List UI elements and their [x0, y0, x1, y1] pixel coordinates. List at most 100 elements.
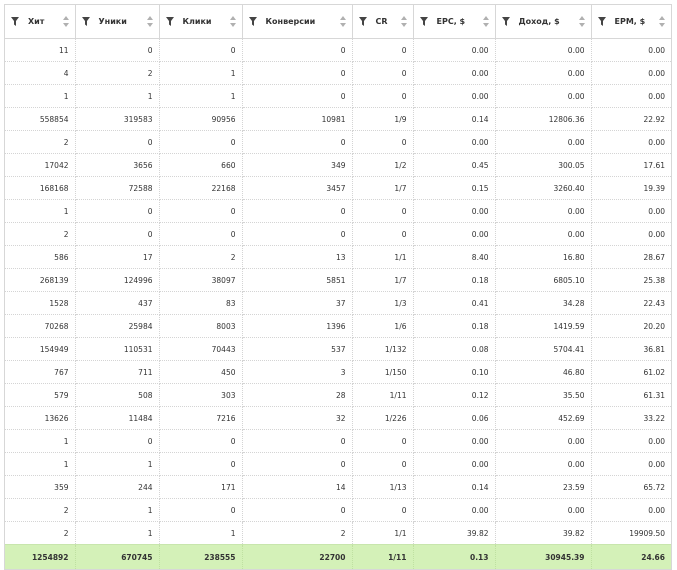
sort-arrows-icon[interactable]	[146, 16, 153, 27]
cell-hits: 2	[5, 498, 76, 522]
filter-icon[interactable]	[597, 17, 606, 26]
cell-uniques: 1	[75, 84, 160, 108]
cell-clicks: 83	[159, 291, 243, 315]
table-row[interactable]: 4 2 1 0 0 0.00 0.00 0.00	[5, 61, 671, 85]
cell-income: 0.00	[495, 429, 592, 453]
sort-arrows-icon[interactable]	[229, 16, 236, 27]
cell-conversions: 0	[242, 199, 353, 223]
table-row[interactable]: 2 1 0 0 0 0.00 0.00 0.00	[5, 498, 671, 522]
table-row[interactable]: 586 17 2 13 1/1 8.40 16.80 28.67	[5, 245, 671, 269]
total-uniques: 670745	[75, 544, 160, 569]
sort-arrows-icon[interactable]	[659, 16, 665, 27]
column-header-epc[interactable]: EPC, $	[413, 5, 496, 39]
cell-epm: 22.43	[591, 291, 671, 315]
filter-icon[interactable]	[501, 17, 510, 26]
table-row[interactable]: 1528 437 83 37 1/3 0.41 34.28 22.43	[5, 291, 671, 315]
cell-uniques: 2	[75, 61, 160, 85]
cell-epc: 0.00	[413, 61, 496, 85]
table-row[interactable]: 2 0 0 0 0 0.00 0.00 0.00	[5, 130, 671, 154]
sort-arrows-icon[interactable]	[62, 16, 69, 27]
cell-uniques: 244	[75, 475, 160, 499]
cell-clicks: 0	[159, 199, 243, 223]
cell-cr: 1/226	[352, 406, 414, 430]
header-row: Хит Уники Клики Конверсии CR EPC, $ Доход, $ EP…	[5, 5, 671, 39]
cell-uniques: 0	[75, 199, 160, 223]
cell-epc: 0.18	[413, 314, 496, 338]
column-header-epm[interactable]: EPM, $	[591, 5, 671, 39]
cell-epm: 65.72	[591, 475, 671, 499]
cell-epc: 0.00	[413, 452, 496, 476]
cell-conversions: 349	[242, 153, 353, 177]
cell-epc: 0.18	[413, 268, 496, 292]
cell-uniques: 0	[75, 429, 160, 453]
cell-clicks: 1	[159, 84, 243, 108]
cell-income: 5704.41	[495, 337, 592, 361]
cell-clicks: 70443	[159, 337, 243, 361]
cell-clicks: 171	[159, 475, 243, 499]
column-header-hits[interactable]: Хит	[5, 5, 76, 39]
filter-icon[interactable]	[165, 17, 174, 26]
cell-hits: 579	[5, 383, 76, 407]
table-row[interactable]: 11 0 0 0 0 0.00 0.00 0.00	[5, 38, 671, 62]
cell-epc: 0.15	[413, 176, 496, 200]
table-row[interactable]: 17042 3656 660 349 1/2 0.45 300.05 17.61	[5, 153, 671, 177]
filter-icon[interactable]	[248, 17, 257, 26]
table-row[interactable]: 2 0 0 0 0 0.00 0.00 0.00	[5, 222, 671, 246]
cell-uniques: 25984	[75, 314, 160, 338]
column-header-cr[interactable]: CR	[352, 5, 414, 39]
cell-income: 23.59	[495, 475, 592, 499]
table-row[interactable]: 359 244 171 14 1/13 0.14 23.59 65.72	[5, 475, 671, 499]
table-row[interactable]: 558854 319583 90956 10981 1/9 0.14 12806.36 22.…	[5, 107, 671, 131]
cell-epm: 36.81	[591, 337, 671, 361]
column-label: CR	[375, 17, 388, 26]
total-epc: 0.13	[413, 544, 496, 569]
column-label: EPC, $	[436, 17, 466, 26]
filter-icon[interactable]	[358, 17, 367, 26]
cell-uniques: 711	[75, 360, 160, 384]
cell-uniques: 17	[75, 245, 160, 269]
cell-epc: 0.06	[413, 406, 496, 430]
sort-arrows-icon[interactable]	[339, 16, 346, 27]
column-header-income[interactable]: Доход, $	[495, 5, 592, 39]
table-row[interactable]: 168168 72588 22168 3457 1/7 0.15 3260.40 19.39	[5, 176, 671, 200]
cell-clicks: 0	[159, 452, 243, 476]
filter-icon[interactable]	[81, 17, 90, 26]
cell-uniques: 1	[75, 452, 160, 476]
table-row[interactable]: 268139 124996 38097 5851 1/7 0.18 6805.10 25.38	[5, 268, 671, 292]
filter-icon[interactable]	[419, 17, 428, 26]
column-header-clicks[interactable]: Клики	[159, 5, 243, 39]
sort-arrows-icon[interactable]	[400, 16, 407, 27]
table-row[interactable]: 767 711 450 3 1/150 0.10 46.80 61.02	[5, 360, 671, 384]
cell-clicks: 7216	[159, 406, 243, 430]
column-header-uniques[interactable]: Уники	[75, 5, 160, 39]
table-row[interactable]: 154949 110531 70443 537 1/132 0.08 5704.41 36.8…	[5, 337, 671, 361]
sort-arrows-icon[interactable]	[578, 16, 585, 27]
table-row[interactable]: 1 0 0 0 0 0.00 0.00 0.00	[5, 429, 671, 453]
cell-epm: 0.00	[591, 452, 671, 476]
column-header-conversions[interactable]: Конверсии	[242, 5, 353, 39]
cell-epm: 0.00	[591, 130, 671, 154]
cell-cr: 0	[352, 498, 414, 522]
cell-cr: 1/2	[352, 153, 414, 177]
cell-uniques: 508	[75, 383, 160, 407]
table-row[interactable]: 1 0 0 0 0 0.00 0.00 0.00	[5, 199, 671, 223]
cell-income: 39.82	[495, 521, 592, 545]
sort-arrows-icon[interactable]	[482, 16, 489, 27]
cell-cr: 0	[352, 61, 414, 85]
column-label: Доход, $	[518, 17, 560, 26]
table-row[interactable]: 70268 25984 8003 1396 1/6 0.18 1419.59 20.20	[5, 314, 671, 338]
table-row[interactable]: 1 1 0 0 0 0.00 0.00 0.00	[5, 452, 671, 476]
table-header: Хит Уники Клики Конверсии CR EPC, $ Доход, $ EP…	[5, 5, 671, 39]
cell-clicks: 303	[159, 383, 243, 407]
column-label: Уники	[98, 17, 127, 26]
cell-epc: 0.10	[413, 360, 496, 384]
totals-row: 1254892 670745 238555 22700 1/11 0.13 30945.39…	[5, 544, 671, 569]
cell-epm: 19.39	[591, 176, 671, 200]
filter-icon[interactable]	[11, 17, 19, 26]
cell-hits: 1528	[5, 291, 76, 315]
table-row[interactable]: 579 508 303 28 1/11 0.12 35.50 61.31	[5, 383, 671, 407]
table-row[interactable]: 1 1 1 0 0 0.00 0.00 0.00	[5, 84, 671, 108]
table-row[interactable]: 2 1 1 2 1/1 39.82 39.82 19909.50	[5, 521, 671, 545]
cell-uniques: 0	[75, 222, 160, 246]
table-row[interactable]: 13626 11484 7216 32 1/226 0.06 452.69 33.22	[5, 406, 671, 430]
